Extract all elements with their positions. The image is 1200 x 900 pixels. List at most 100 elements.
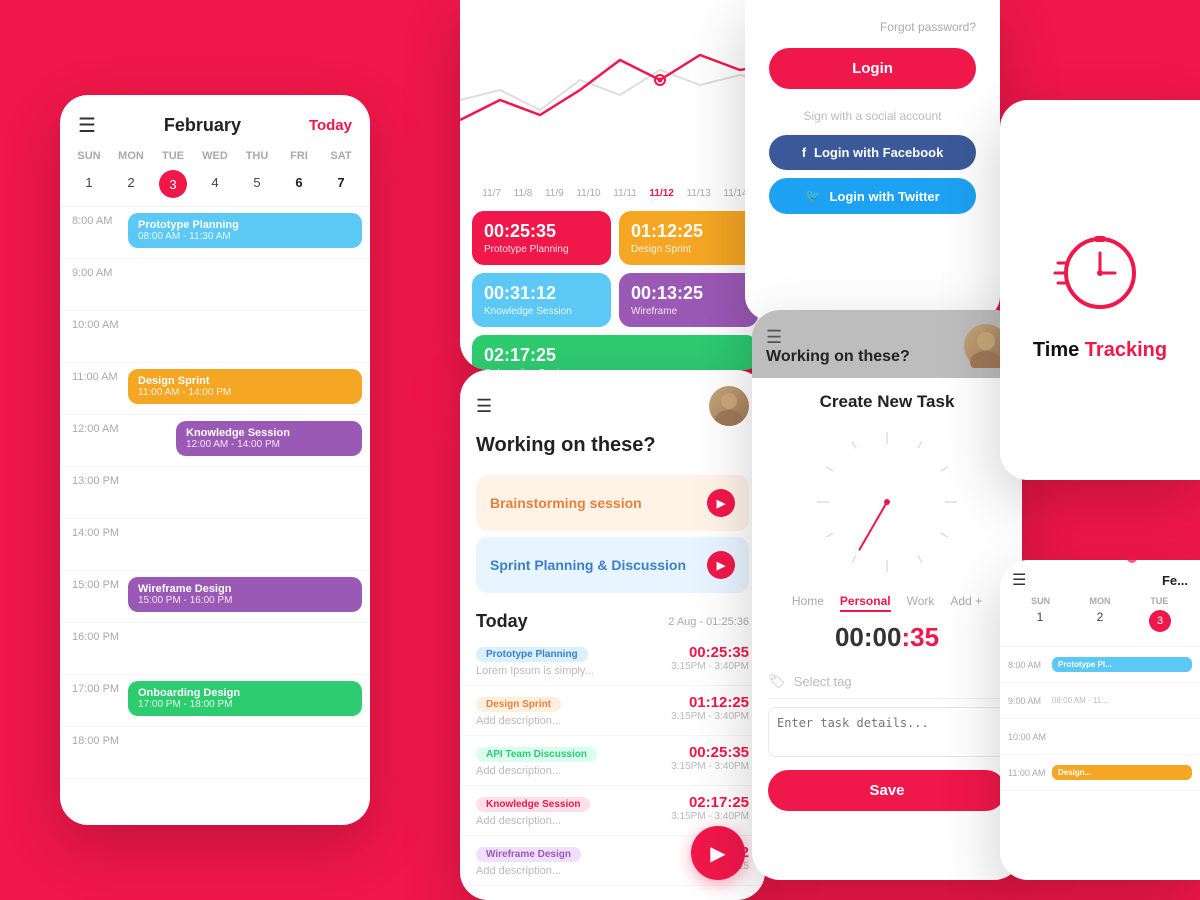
mini-event: Prototype Pl...: [1052, 657, 1192, 672]
calendar-day[interactable]: 2: [110, 170, 152, 198]
calendar-day-selected[interactable]: 3: [159, 170, 187, 198]
time-row: 12:00 AM Knowledge Session 12:00 AM - 14…: [60, 415, 370, 467]
item-range: 3:15PM - 3:40PM: [671, 711, 749, 722]
task-label: Sprint Planning & Discussion: [490, 557, 686, 573]
floating-play-button[interactable]: ▶: [691, 826, 745, 880]
event-design-sprint[interactable]: Design Sprint 11:00 AM - 14:00 PM: [128, 369, 362, 404]
mini-day[interactable]: 2: [1072, 610, 1128, 632]
hamburger-icon[interactable]: ☰: [476, 396, 492, 417]
mini-days: 1 2 3: [1012, 610, 1188, 632]
session-knowledge[interactable]: 00:31:12 Knowledge Session: [472, 273, 611, 327]
session-time: 01:12:25: [631, 221, 746, 242]
tag-field[interactable]: 🏷 Select tag: [768, 665, 1006, 699]
today-item: Prototype Planning Lorem Ipsum is simply…: [460, 636, 765, 686]
session-time: 00:13:25: [631, 283, 746, 304]
time-row: 11:00 AM Design Sprint 11:00 AM - 14:00 …: [60, 363, 370, 415]
date-label: 11/7: [482, 188, 501, 199]
play-button[interactable]: ▶: [707, 489, 735, 517]
calendar-timeline: 8:00 AM Prototype Planning 08:00 AM - 11…: [60, 206, 370, 786]
tab-add[interactable]: Add +: [950, 594, 982, 612]
calendar-month: February: [164, 115, 241, 136]
task-sprint[interactable]: Sprint Planning & Discussion ▶: [476, 537, 749, 593]
create-header: ☰ Working on these?: [752, 310, 1022, 378]
timer-tabs: Home Personal Work Add +: [768, 594, 1006, 612]
tag-icon: 🏷: [768, 673, 786, 690]
timer-display: 00:00:35: [768, 622, 1006, 653]
session-blocks: 00:25:35 Prototype Planning 01:12:25 Des…: [460, 203, 770, 370]
calendar-day[interactable]: 7: [320, 170, 362, 198]
calendar-day[interactable]: 4: [194, 170, 236, 198]
mini-day-selected[interactable]: 3: [1149, 610, 1171, 632]
session-prototype[interactable]: 00:25:35 Prototype Planning: [472, 211, 611, 265]
clock-icon-large: [1050, 218, 1150, 339]
item-tag: API Team Discussion: [476, 747, 597, 762]
event-wireframe[interactable]: Wireframe Design 15:00 PM - 16:00 PM: [128, 577, 362, 612]
time-row: 13:00 PM: [60, 467, 370, 519]
mini-timeline: 8:00 AM Prototype Pl... 9:00 AM 08:00 AM…: [1000, 646, 1200, 791]
item-range: 3:15PM - 3:40PM: [671, 761, 749, 772]
create-task-card: ☰ Working on these? Create New Task: [752, 310, 1022, 880]
days-header: SUN MON TUE WED THU FRI SAT: [60, 146, 370, 166]
today-item: API Team Discussion Add description... 0…: [460, 736, 765, 786]
login-button[interactable]: Login: [769, 48, 976, 89]
save-button[interactable]: Save: [768, 770, 1006, 811]
item-tag: Knowledge Session: [476, 797, 590, 812]
calendar-card: ☰ February Today SUN MON TUE WED THU FRI…: [60, 95, 370, 825]
time-label: 14:00 PM: [60, 525, 128, 539]
working-card: ☰ Working on these? Brainstorming sessio…: [460, 370, 765, 900]
date-label: 11/8: [514, 188, 533, 199]
calendar-day[interactable]: 6: [278, 170, 320, 198]
mini-time-label: 10:00 AM: [1008, 732, 1052, 742]
twitter-login-button[interactable]: 🐦 Login with Twitter: [769, 178, 976, 214]
session-time: 00:25:35: [484, 221, 599, 242]
time-row: 16:00 PM: [60, 623, 370, 675]
tab-work[interactable]: Work: [907, 594, 935, 612]
item-time: 01:12:25: [671, 694, 749, 711]
home-indicator: [210, 791, 220, 801]
tab-home[interactable]: Home: [792, 594, 824, 612]
calendar-day[interactable]: 1: [68, 170, 110, 198]
session-design[interactable]: 01:12:25 Design Sprint: [619, 211, 758, 265]
event-onboarding[interactable]: Onboarding Design 17:00 PM - 18:00 PM: [128, 681, 362, 716]
time-label: 17:00 PM: [60, 681, 128, 695]
session-label: Prototype Planning: [484, 244, 599, 255]
create-task-title: Create New Task: [768, 378, 1006, 422]
hamburger-icon[interactable]: ☰: [1012, 570, 1026, 590]
event-knowledge[interactable]: Knowledge Session 12:00 AM - 14:00 PM: [176, 421, 362, 456]
working-title: Working on these?: [460, 434, 765, 469]
date-label: 11/9: [545, 188, 564, 199]
mini-day[interactable]: 1: [1012, 610, 1068, 632]
mini-days-header: SUNMONTUE: [1012, 596, 1188, 606]
tab-personal[interactable]: Personal: [840, 594, 891, 612]
session-wireframe[interactable]: 00:13:25 Wireframe: [619, 273, 758, 327]
item-range: 3:15PM - 3:40PM: [671, 811, 749, 822]
event-prototype[interactable]: Prototype Planning 08:00 AM - 11:30 AM: [128, 213, 362, 248]
item-desc: Add description...: [476, 865, 581, 877]
mini-time-label: 11:00 AM: [1008, 768, 1052, 778]
item-time: 00:25:35: [671, 644, 749, 661]
working-label: Working on these?: [766, 348, 910, 366]
tracker-card: 11/7 11/8 11/9 11/10 11/11 11/12 11/13 1…: [460, 0, 770, 370]
user-avatar: [709, 386, 749, 426]
mini-calendar-card: ☰ Fe... SUNMONTUE 1 2 3 8:00 AM Prototyp…: [1000, 560, 1200, 880]
task-brainstorming[interactable]: Brainstorming session ▶: [476, 475, 749, 531]
hamburger-icon[interactable]: ☰: [766, 327, 782, 347]
forgot-password-label[interactable]: Forgot password?: [769, 20, 976, 34]
time-label: 12:00 AM: [60, 421, 128, 435]
time-row: 15:00 PM Wireframe Design 15:00 PM - 16:…: [60, 571, 370, 623]
today-label: Today: [476, 611, 528, 632]
play-button[interactable]: ▶: [707, 551, 735, 579]
session-label: Knowledge Session: [484, 306, 599, 317]
today-button[interactable]: Today: [309, 117, 352, 134]
session-time: 02:17:25: [484, 345, 746, 366]
facebook-login-button[interactable]: f Login with Facebook: [769, 135, 976, 170]
session-onboarding[interactable]: 02:17:25 Onboarding Design: [472, 335, 758, 370]
time-label: 10:00 AM: [60, 317, 128, 331]
tag-label: Select tag: [794, 674, 852, 689]
time-row: 8:00 AM Prototype Planning 08:00 AM - 11…: [60, 207, 370, 259]
hamburger-icon[interactable]: ☰: [78, 113, 96, 138]
social-divider: Sign with a social account: [769, 109, 976, 123]
calendar-day[interactable]: 5: [236, 170, 278, 198]
item-desc: Add description...: [476, 815, 590, 827]
task-details-input[interactable]: [768, 707, 1006, 757]
